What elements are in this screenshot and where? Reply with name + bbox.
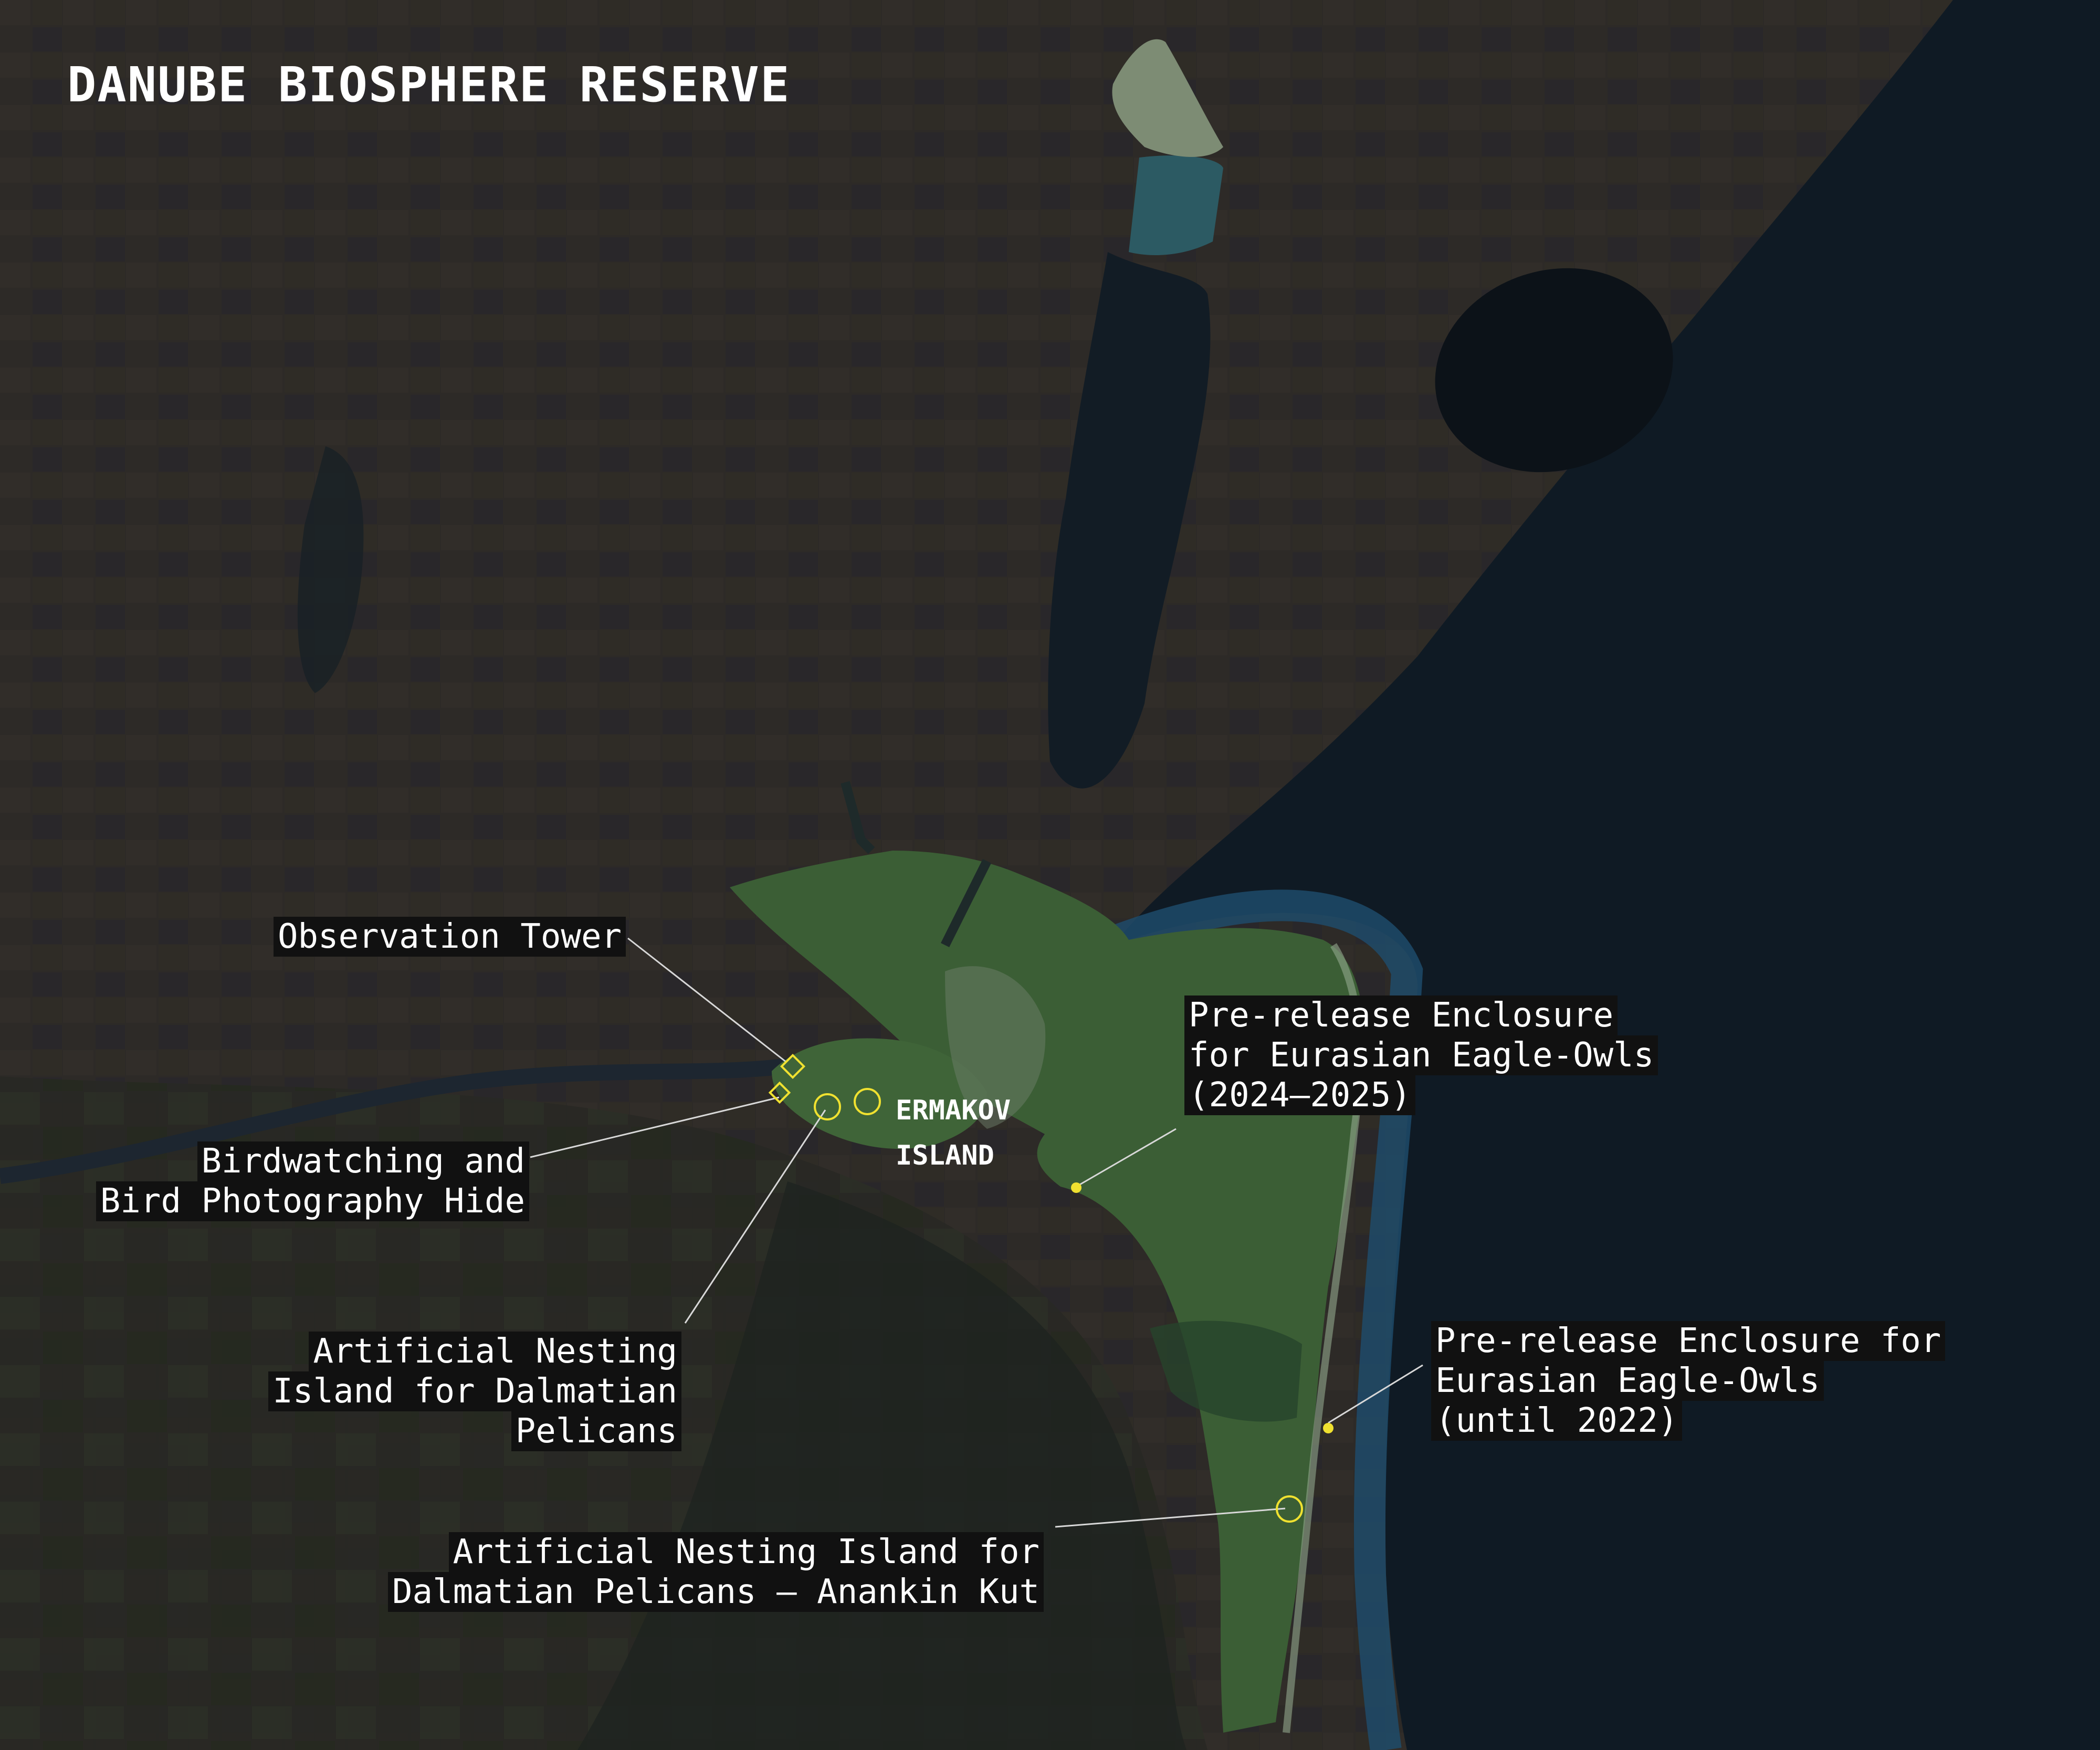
label-nesting-island[interactable]: Artificial Nesting Island for Dalmatian … [268,1332,681,1451]
map-canvas [0,0,2100,1750]
map-view[interactable]: DANUBE BIOSPHERE RESERVE ERMAKOV ISLAND … [0,0,2100,1750]
label-enclosure-2022[interactable]: Pre-release Enclosure for Eurasian Eagle… [1431,1321,1946,1441]
label-observation-tower[interactable]: Observation Tower [273,917,626,957]
map-title: DANUBE BIOSPHERE RESERVE [67,57,791,113]
enclosure-2022-marker-icon[interactable] [1323,1423,1334,1433]
label-birdwatching-hide[interactable]: Birdwatching and Bird Photography Hide [96,1141,529,1221]
label-nesting-island-anankin[interactable]: Artificial Nesting Island for Dalmatian … [388,1532,1044,1612]
label-enclosure-2024[interactable]: Pre-release Enclosure for Eurasian Eagle… [1184,995,1658,1115]
lagoon-sasyk-north [1129,155,1223,255]
ermakov-island-label: ERMAKOV ISLAND [896,1095,1011,1171]
enclosure-2024-marker-icon[interactable] [1071,1182,1082,1193]
